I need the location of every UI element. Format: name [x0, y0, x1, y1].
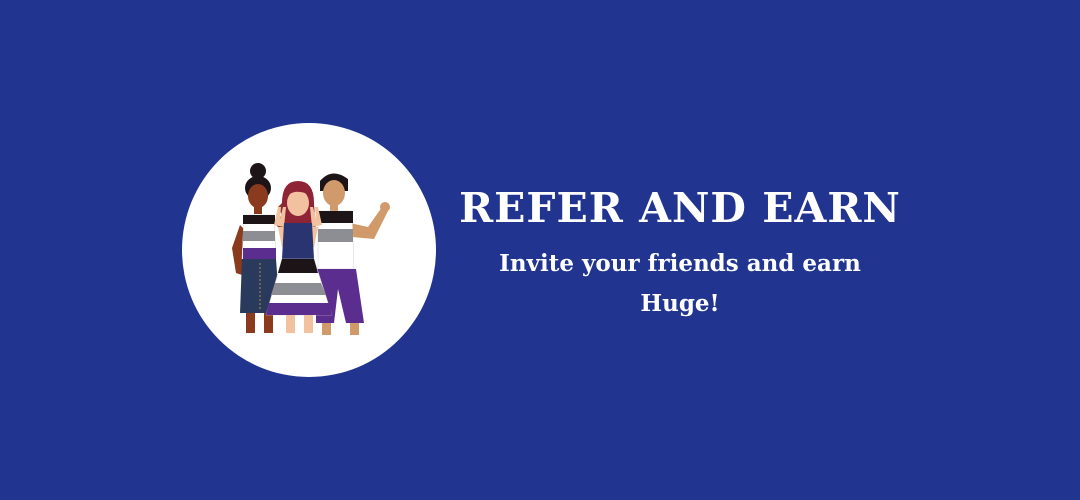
refer-banner: REFER AND EARN Invite your friends and e… [0, 0, 1080, 500]
banner-text: REFER AND EARN Invite your friends and e… [440, 182, 920, 324]
three-friends-illustration [232, 163, 390, 335]
banner-title: REFER AND EARN [459, 184, 901, 232]
banner-subtitle: Invite your friends and earn Huge! [499, 250, 861, 317]
illustration-circle [182, 123, 436, 377]
